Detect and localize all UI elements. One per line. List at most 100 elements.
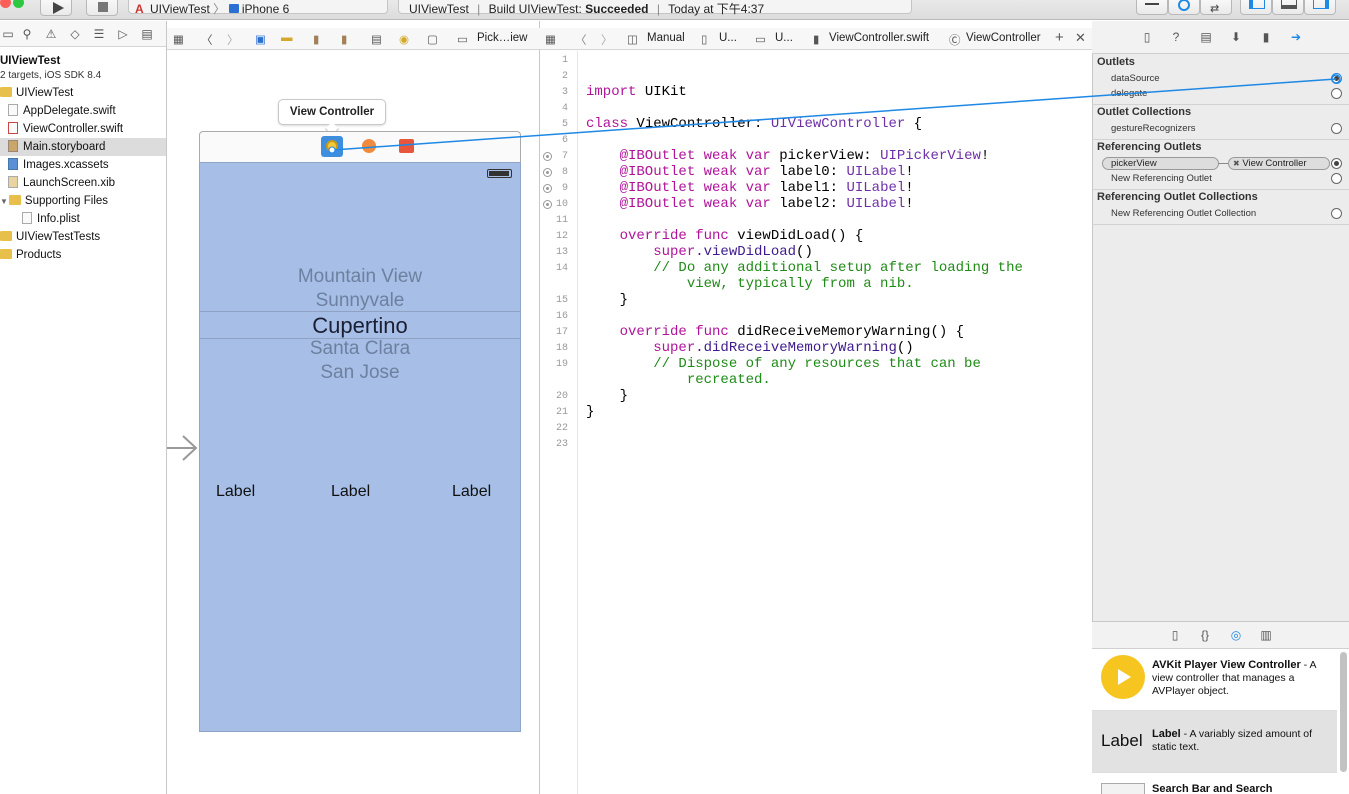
nav-item-appdelegate[interactable]: AppDelegate.swift [8, 102, 116, 120]
code-line-19[interactable]: // Dispose of any resources that can be [586, 356, 981, 372]
storyboard-icon[interactable]: ▮ [341, 32, 347, 46]
debug-icon[interactable]: ☰ [92, 27, 106, 41]
toggle-navigator-button[interactable] [1240, 0, 1272, 15]
code-line-14[interactable]: // Do any additional setup after loading… [586, 260, 1023, 276]
code-line-14-wrap[interactable]: view, typically from a nib. [586, 276, 914, 292]
toggle-utilities-button[interactable] [1304, 0, 1336, 15]
view-icon[interactable]: ▢ [427, 32, 438, 46]
code-line-7[interactable]: @IBOutlet weak var pickerView: UIPickerV… [586, 148, 990, 164]
view-controller-view[interactable]: Mountain View Sunnyvale Cupertino Santa … [199, 162, 521, 732]
first-responder-icon[interactable] [362, 139, 376, 153]
forward-icon[interactable]: 〉 [227, 32, 239, 48]
disconnect-icon[interactable]: ✖ [1233, 159, 1240, 168]
version-editor-button[interactable]: ⇄ [1200, 0, 1232, 15]
jump-item-file[interactable]: ViewController.swift [829, 32, 929, 44]
file-template-icon[interactable]: ▯ [1168, 628, 1182, 642]
size-inspector-icon[interactable]: ▮ [1259, 30, 1273, 44]
jump-item-target[interactable]: U... [719, 32, 737, 44]
project-icon[interactable]: ▣ [255, 32, 266, 46]
jump-item-folder[interactable]: U... [775, 32, 793, 44]
close-icon[interactable]: ✕ [1075, 30, 1086, 46]
code-line-5[interactable]: class ViewController: UIViewController { [586, 116, 922, 132]
new-referencing-outlet-circle[interactable] [1331, 173, 1342, 184]
outlet-delegate-circle[interactable] [1331, 88, 1342, 99]
nav-item-main-storyboard[interactable]: Main.storyboard [0, 138, 166, 156]
ref-outlet-source-pill[interactable]: pickerView [1102, 157, 1219, 170]
outlet-connection-dot-icon[interactable] [543, 200, 552, 209]
nav-item-images-xcassets[interactable]: Images.xcassets [8, 156, 109, 174]
jump-item-class[interactable]: ViewController [966, 32, 1041, 44]
code-line-17[interactable]: override func didReceiveMemoryWarning() … [586, 324, 964, 340]
outlet-datasource-circle[interactable] [1331, 73, 1342, 84]
ref-outlet-target-pill[interactable]: ✖ View Controller [1228, 157, 1330, 170]
picker-row[interactable]: Santa Clara [200, 338, 520, 360]
library-item-avkit[interactable]: AVKit Player View Controller - A view co… [1092, 649, 1337, 711]
disclosure-triangle-icon[interactable]: ▼ [0, 197, 8, 206]
close-window-icon[interactable] [0, 0, 11, 8]
breakpoint-icon[interactable]: ▷ [116, 27, 130, 41]
outlet-connection-dot-icon[interactable] [543, 168, 552, 177]
collection-circle[interactable] [1331, 123, 1342, 134]
ref-outlet-circle[interactable] [1331, 158, 1342, 169]
nav-item-uiviewtesttests[interactable]: UIViewTestTests [0, 228, 100, 246]
related-items-icon[interactable]: ▦ [545, 32, 556, 46]
attributes-inspector-icon[interactable]: ⬇ [1229, 30, 1243, 44]
code-line-21[interactable]: } [586, 404, 594, 420]
nav-item-viewcontroller[interactable]: ViewController.swift [8, 120, 123, 138]
picker-row-selected[interactable]: Cupertino [200, 313, 520, 339]
code-line-9[interactable]: @IBOutlet weak var label1: UILabel! [586, 180, 914, 196]
back-icon[interactable]: 〈 [201, 32, 213, 48]
nav-item-uiviewtest[interactable]: UIViewTest [0, 84, 73, 102]
code-line-20[interactable]: } [586, 388, 628, 404]
standard-editor-button[interactable] [1136, 0, 1168, 15]
media-library-icon[interactable]: ▥ [1259, 628, 1273, 642]
folder-icon[interactable]: ▭ [1, 27, 15, 41]
view-controller-icon[interactable] [321, 136, 343, 157]
label-0[interactable]: Label [216, 483, 255, 501]
label-1[interactable]: Label [331, 483, 370, 501]
nav-item-launchscreen[interactable]: LaunchScreen.xib [8, 174, 115, 192]
forward-icon[interactable]: 〉 [601, 32, 613, 48]
back-icon[interactable]: 〈 [575, 32, 587, 48]
run-button[interactable] [40, 0, 72, 16]
initial-scene-arrow-icon[interactable] [167, 433, 199, 463]
search-icon[interactable]: ⚲ [20, 27, 34, 41]
code-line-10[interactable]: @IBOutlet weak var label2: UILabel! [586, 196, 914, 212]
scene-icon[interactable]: ▤ [371, 32, 382, 46]
code-line-8[interactable]: @IBOutlet weak var label0: UILabel! [586, 164, 914, 180]
label-2[interactable]: Label [452, 483, 491, 501]
zoom-window-icon[interactable] [13, 0, 24, 8]
assistant-editor[interactable] [539, 21, 1092, 794]
nav-item-supporting-files[interactable]: ▼ Supporting Files [0, 192, 108, 210]
warning-icon[interactable]: ⚠ [44, 27, 58, 41]
stop-button[interactable] [86, 0, 118, 16]
picker-row[interactable]: Mountain View [200, 266, 520, 288]
storyboard-icon[interactable]: ▮ [313, 32, 319, 46]
scheme-selector[interactable]: A UIViewTest 〉 iPhone 6 [128, 0, 388, 16]
code-line-19-wrap[interactable]: recreated. [586, 372, 771, 388]
nav-item-info-plist[interactable]: Info.plist [22, 210, 80, 228]
code-snippet-icon[interactable]: {} [1198, 628, 1212, 642]
toggle-debug-area-button[interactable] [1272, 0, 1304, 15]
object-library-icon[interactable]: ◎ [1229, 628, 1243, 642]
connections-inspector-icon[interactable]: ➔ [1289, 30, 1303, 44]
library-item-label[interactable]: Label Label - A variably sized amount of… [1092, 711, 1337, 773]
jump-item-manual[interactable]: Manual [647, 32, 685, 44]
quick-help-icon[interactable]: ? [1169, 30, 1183, 44]
folder-icon[interactable]: ▬ [281, 32, 293, 44]
code-line-15[interactable]: } [586, 292, 628, 308]
new-referencing-outlet-collection-circle[interactable] [1331, 208, 1342, 219]
library-scrollbar[interactable] [1340, 652, 1347, 772]
code-line-18[interactable]: super.didReceiveMemoryWarning() [586, 340, 913, 356]
assistant-editor-button[interactable] [1168, 0, 1200, 15]
picker-icon[interactable]: ▭ [457, 32, 468, 46]
outlet-connection-dot-icon[interactable] [543, 184, 552, 193]
related-items-icon[interactable]: ▦ [173, 32, 184, 46]
report-icon[interactable]: ▤ [140, 27, 154, 41]
picker-row[interactable]: San Jose [200, 362, 520, 384]
library-item-search-bar[interactable]: Search Bar and Search [1092, 773, 1337, 794]
code-line-12[interactable]: override func viewDidLoad() { [586, 228, 864, 244]
add-editor-icon[interactable]: + [1055, 29, 1064, 46]
picker-row[interactable]: Sunnyvale [200, 290, 520, 312]
view-controller-icon[interactable]: ◉ [399, 32, 409, 46]
